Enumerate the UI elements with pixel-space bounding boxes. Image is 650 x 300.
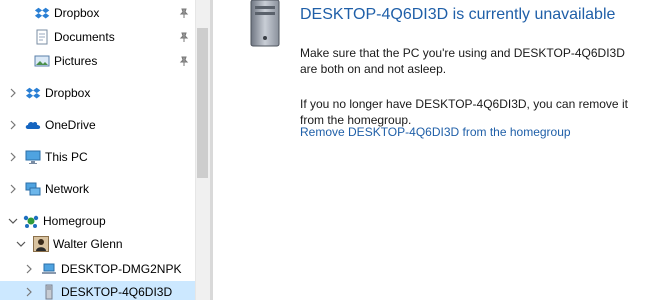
chevron-down-icon[interactable] — [16, 239, 26, 249]
nav-scrollbar-thumb[interactable] — [197, 28, 208, 178]
monitor-icon — [25, 149, 41, 165]
user-avatar-icon — [33, 236, 49, 252]
desktop-tower-large-icon — [247, 0, 283, 51]
nav-label: Dropbox — [45, 86, 91, 100]
chevron-right-icon[interactable] — [8, 184, 18, 194]
navigation-pane: Dropbox Documents Pictures Dropbox OneDr… — [0, 0, 210, 300]
chevron-right-icon[interactable] — [8, 120, 18, 130]
quick-access-label: Documents — [54, 30, 115, 44]
onedrive-cloud-icon — [25, 117, 41, 133]
pin-icon — [179, 55, 189, 69]
chevron-right-icon[interactable] — [24, 287, 34, 297]
desktop-tower-icon — [41, 284, 57, 300]
documents-icon — [34, 29, 50, 45]
pin-icon — [179, 31, 189, 45]
nav-item-homegroup-user[interactable]: Walter Glenn — [0, 233, 195, 255]
dropbox-icon — [25, 85, 41, 101]
pictures-icon — [34, 53, 50, 69]
quick-access-label: Dropbox — [54, 6, 100, 20]
page-title: DESKTOP-4Q6DI3D is currently unavailable — [300, 6, 616, 23]
nav-label: OneDrive — [45, 118, 96, 132]
chevron-down-icon[interactable] — [8, 216, 18, 226]
nav-label: Homegroup — [43, 214, 106, 228]
laptop-icon — [41, 261, 57, 277]
nav-label: This PC — [45, 150, 88, 164]
availability-message: Make sure that the PC you're using and D… — [300, 46, 625, 76]
quick-access-label: Pictures — [54, 54, 98, 68]
remove-from-homegroup-link[interactable]: Remove DESKTOP-4Q6DI3D from the homegrou… — [300, 125, 571, 139]
nav-label: Walter Glenn — [53, 237, 123, 251]
network-icon — [25, 181, 41, 197]
chevron-right-icon[interactable] — [8, 152, 18, 162]
dropbox-icon — [34, 5, 50, 21]
nav-label: DESKTOP-4Q6DI3D — [61, 285, 173, 299]
chevron-right-icon[interactable] — [24, 264, 34, 274]
nav-label: DESKTOP-DMG2NPK — [61, 262, 182, 276]
nav-item-network[interactable]: Network — [0, 178, 195, 200]
nav-item-pc-dmg2npk[interactable]: DESKTOP-DMG2NPK — [0, 258, 195, 280]
quick-access-item-pictures[interactable]: Pictures — [0, 50, 195, 72]
homegroup-icon — [23, 213, 39, 229]
chevron-right-icon[interactable] — [8, 88, 18, 98]
nav-item-this-pc[interactable]: This PC — [0, 146, 195, 168]
nav-item-dropbox[interactable]: Dropbox — [0, 82, 195, 104]
nav-label: Network — [45, 182, 90, 196]
nav-item-pc-4q6di3d[interactable]: DESKTOP-4Q6DI3D — [0, 281, 195, 300]
nav-item-onedrive[interactable]: OneDrive — [0, 114, 195, 136]
nav-item-homegroup[interactable]: Homegroup — [0, 210, 195, 232]
pin-icon — [179, 7, 189, 21]
quick-access-item-dropbox[interactable]: Dropbox — [0, 2, 195, 24]
quick-access-item-documents[interactable]: Documents — [0, 26, 195, 48]
removal-message: If you no longer have DESKTOP-4Q6DI3D, y… — [300, 97, 628, 127]
